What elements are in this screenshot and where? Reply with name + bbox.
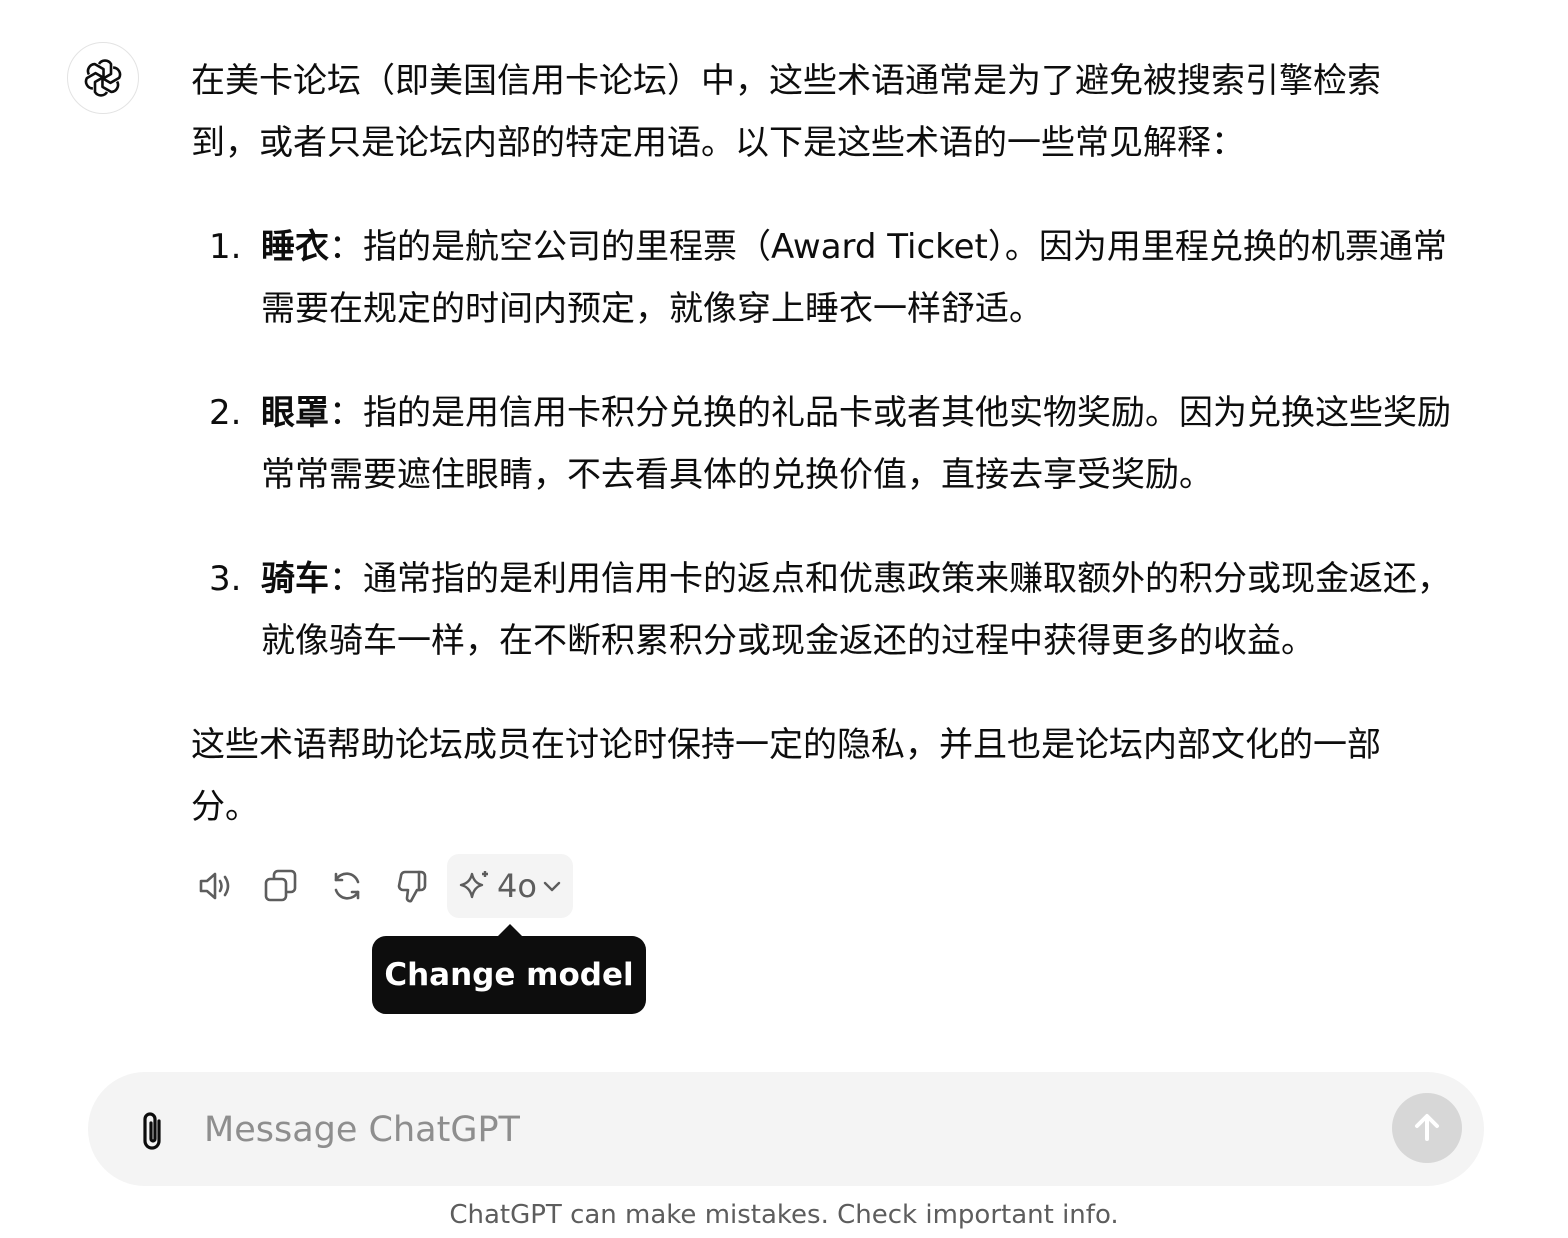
term-label: 睡衣: [261, 227, 329, 267]
assistant-avatar: [67, 42, 139, 114]
attach-button[interactable]: [124, 1102, 178, 1156]
list-number: 1.: [209, 227, 242, 267]
message-composer: [88, 1072, 1484, 1186]
term-description: ：通常指的是利用信用卡的返点和优惠政策来赚取额外的积分或现金返还，就像骑车一样，…: [261, 559, 1451, 661]
chat-page: 在美卡论坛（即美国信用卡论坛）中，这些术语通常是为了避免被搜索引擎检索到，或者只…: [0, 0, 1568, 1238]
paperclip-icon: [143, 1112, 161, 1150]
model-label: 4o: [497, 867, 537, 905]
disclaimer-text: ChatGPT can make mistakes. Check importa…: [449, 1200, 1119, 1230]
copy-icon: [264, 869, 297, 902]
thumbs-down-icon: [397, 870, 427, 903]
message-intro: 在美卡论坛（即美国信用卡论坛）中，这些术语通常是为了避免被搜索引擎检索到，或者只…: [191, 61, 1381, 163]
regenerate-button[interactable]: [315, 854, 379, 918]
arrow-up-icon: [1415, 1114, 1439, 1141]
term-list: 1. 睡衣：指的是航空公司的里程票（Award Ticket）。因为用里程兑换的…: [191, 216, 1471, 672]
assistant-message: 在美卡论坛（即美国信用卡论坛）中，这些术语通常是为了避免被搜索引擎检索到，或者只…: [191, 50, 1471, 838]
list-item: 2. 眼罩：指的是用信用卡积分兑换的礼品卡或者其他实物奖励。因为兑换这些奖励常常…: [191, 382, 1471, 506]
term-description: ：指的是航空公司的里程票（Award Ticket）。因为用里程兑换的机票通常需…: [261, 227, 1447, 329]
chevron-down-icon: [543, 881, 561, 892]
sparkle-icon: [459, 871, 488, 899]
term-label: 骑车: [261, 559, 329, 599]
bad-response-button[interactable]: [381, 854, 445, 918]
list-number: 3.: [209, 559, 242, 599]
message-actions: 4o: [183, 854, 573, 918]
message-input[interactable]: [202, 1094, 1356, 1166]
message-outro: 这些术语帮助论坛成员在讨论时保持一定的隐私，并且也是论坛内部文化的一部分。: [191, 725, 1381, 827]
list-item: 3. 骑车：通常指的是利用信用卡的返点和优惠政策来赚取额外的积分或现金返还，就像…: [191, 548, 1471, 672]
list-number: 2.: [209, 393, 242, 433]
read-aloud-button[interactable]: [183, 854, 247, 918]
openai-logo-icon: [84, 59, 122, 97]
regenerate-icon: [334, 872, 360, 900]
term-description: ：指的是用信用卡积分兑换的礼品卡或者其他实物奖励。因为兑换这些奖励常常需要遮住眼…: [261, 393, 1451, 495]
copy-button[interactable]: [249, 854, 313, 918]
list-item: 1. 睡衣：指的是航空公司的里程票（Award Ticket）。因为用里程兑换的…: [191, 216, 1471, 340]
send-button[interactable]: [1392, 1093, 1462, 1163]
speaker-icon: [199, 872, 230, 900]
change-model-button[interactable]: 4o: [447, 854, 573, 918]
change-model-tooltip: Change model: [372, 936, 646, 1014]
term-label: 眼罩: [261, 393, 329, 433]
